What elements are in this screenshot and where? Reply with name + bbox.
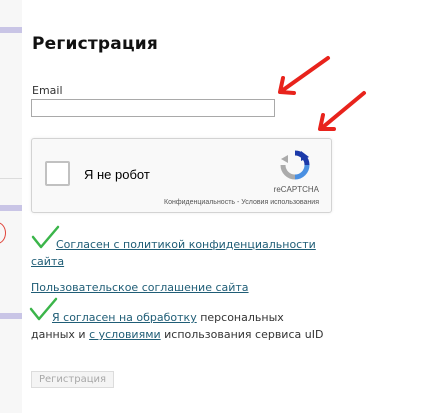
user-agreement-link[interactable]: Пользовательское соглашение сайта: [31, 281, 249, 294]
policy-consent: Согласен с политикой конфиденциальности …: [31, 236, 321, 270]
user-agreement: Пользовательское соглашение сайта: [31, 279, 249, 296]
background-separator: [0, 178, 22, 179]
terms-link[interactable]: Условия использования: [241, 199, 319, 206]
background-bar: [0, 27, 22, 33]
consent-text-end: использования сервиса uID: [160, 328, 324, 341]
page-title: Регистрация: [32, 34, 158, 54]
background-bar: [0, 205, 22, 211]
data-processing-consent: Я согласен на обработку персональных дан…: [31, 309, 331, 343]
privacy-link[interactable]: Конфиденциальность: [164, 199, 235, 206]
data-processing-link[interactable]: Я согласен на обработку: [52, 311, 197, 324]
email-label: Email: [32, 84, 63, 97]
register-button[interactable]: Регистрация: [31, 371, 114, 388]
recaptcha-links: Конфиденциальность - Условия использован…: [164, 199, 319, 206]
recaptcha-brand: reCAPTCHA: [273, 185, 319, 194]
recaptcha-label: Я не робот: [84, 167, 150, 182]
privacy-policy-link[interactable]: Согласен с политикой конфиденциальности …: [31, 238, 316, 268]
conditions-link[interactable]: с условиями: [89, 328, 161, 341]
red-arrow-icon: [278, 56, 330, 95]
recaptcha-logo-icon: [280, 150, 310, 180]
email-input[interactable]: [31, 99, 275, 117]
red-arrow-icon: [318, 91, 366, 131]
recaptcha-widget: Я не робот reCAPTCHA Конфиденциальность …: [31, 138, 332, 213]
recaptcha-checkbox[interactable]: [45, 161, 70, 186]
background-bar: [0, 313, 22, 319]
